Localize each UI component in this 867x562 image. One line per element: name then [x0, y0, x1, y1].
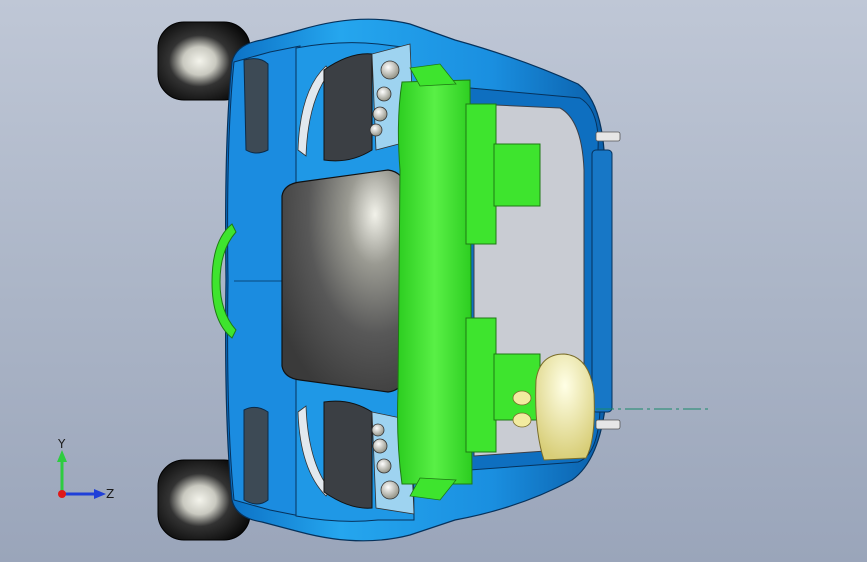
z-axis-label: Z — [106, 487, 114, 501]
y-axis-label: Y — [57, 437, 66, 451]
green-front-panel[interactable] — [397, 63, 473, 501]
origin-marker — [58, 490, 66, 498]
windshield-glass — [281, 169, 407, 393]
coordinate-triad[interactable]: Y Z — [40, 436, 120, 516]
model-viewport[interactable] — [0, 0, 867, 562]
